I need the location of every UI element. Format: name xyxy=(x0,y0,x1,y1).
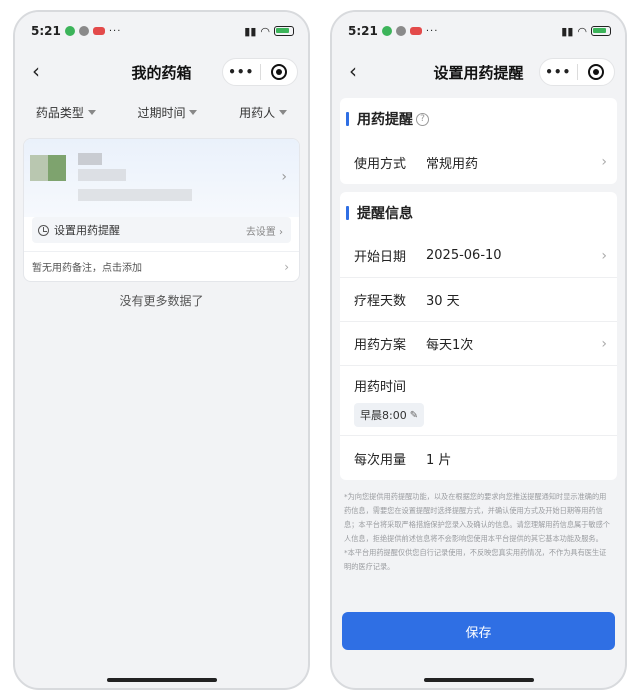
chevron-right-icon: › xyxy=(601,247,607,264)
save-button[interactable]: 保存 xyxy=(342,612,615,650)
signal-icon: ▮▮ xyxy=(561,24,574,38)
status-bar: 5:21 ··· ▮▮ ◠ xyxy=(15,12,308,50)
filter-medicine-type[interactable]: 药品类型 xyxy=(36,104,96,121)
blurred-medicine-name xyxy=(78,153,102,165)
section-title-text: 用药提醒 xyxy=(357,112,413,128)
nav-bar: ‹ 设置用药提醒 ••• xyxy=(332,50,625,94)
no-more-data-text: 没有更多数据了 xyxy=(119,294,204,308)
status-right: ▮▮ ◠ xyxy=(244,25,294,38)
badge-notification-icon xyxy=(409,27,422,35)
time-chip[interactable]: 早晨8:00 ✎ xyxy=(354,403,425,427)
status-right: ▮▮ ◠ xyxy=(561,25,611,38)
section-title: 用药提醒 ? xyxy=(340,98,617,140)
caret-down-icon xyxy=(189,109,198,115)
row-value: 2025-06-10 xyxy=(426,248,502,263)
start-date-row[interactable]: 开始日期 2025-06-10 › xyxy=(340,234,617,278)
reminder-label: 设置用药提醒 xyxy=(54,224,120,237)
section-title-text: 提醒信息 xyxy=(357,206,413,222)
set-reminder-screen: 5:21 ··· ▮▮ ◠ ‹ 设置用药提醒 ••• 用药提醒 ? 使用方式 常… xyxy=(330,10,627,690)
filter-expiry-time[interactable]: 过期时间 xyxy=(137,104,198,121)
row-value: 常规用药 xyxy=(426,156,479,172)
home-indicator[interactable] xyxy=(423,678,534,682)
app-notification-icon xyxy=(381,26,392,36)
target-icon xyxy=(587,64,604,80)
set-reminder-row[interactable]: 设置用药提醒 去设置 › xyxy=(32,217,291,243)
back-icon[interactable]: ‹ xyxy=(25,59,47,83)
reminder-info-section: 提醒信息 开始日期 2025-06-10 › 疗程天数 30 天 用药方案 每天… xyxy=(340,192,617,480)
status-more: ··· xyxy=(425,25,439,37)
row-label: 疗程天数 xyxy=(354,294,407,309)
row-value: 1 片 xyxy=(426,452,452,468)
filter-label: 用药人 xyxy=(239,105,276,120)
row-label: 开始日期 xyxy=(354,250,407,265)
more-button[interactable]: ••• xyxy=(540,65,577,79)
reminder-section: 用药提醒 ? 使用方式 常规用药 › xyxy=(340,98,617,184)
row-label: 用药时间 xyxy=(354,380,407,395)
status-time: 5:21 xyxy=(31,24,61,38)
home-indicator[interactable] xyxy=(106,678,217,682)
badge-notification-icon xyxy=(92,27,105,35)
section-title: 提醒信息 xyxy=(340,192,617,234)
status-bar: 5:21 ··· ▮▮ ◠ xyxy=(332,12,625,50)
status-time: 5:21 xyxy=(348,24,378,38)
wifi-icon: ◠ xyxy=(577,24,587,38)
clock-icon xyxy=(38,224,49,236)
medicine-note-row[interactable]: 暂无用药备注，点击添加 › xyxy=(24,251,299,281)
caret-down-icon xyxy=(279,109,288,115)
chevron-right-icon: › xyxy=(601,154,607,170)
signal-icon: ▮▮ xyxy=(244,24,257,38)
dose-row[interactable]: 每次用量 1 片 xyxy=(340,436,617,480)
more-button[interactable]: ••• xyxy=(223,65,260,79)
chevron-right-icon: › xyxy=(284,259,289,274)
course-days-row[interactable]: 疗程天数 30 天 xyxy=(340,278,617,322)
blurred-medicine-detail xyxy=(78,169,126,181)
row-value: 30 天 xyxy=(426,294,460,309)
medicine-info[interactable]: › xyxy=(24,139,299,217)
target-icon xyxy=(270,64,287,80)
filter-user[interactable]: 用药人 xyxy=(239,104,288,121)
back-icon[interactable]: ‹ xyxy=(342,59,364,83)
app-notification-icon xyxy=(64,26,75,36)
row-value: 每天1次 xyxy=(426,338,474,353)
accent-bar xyxy=(346,206,349,220)
row-label: 使用方式 xyxy=(354,156,407,172)
blurred-medicine-image xyxy=(30,155,66,181)
nav-bar: ‹ 我的药箱 ••• xyxy=(15,50,308,94)
row-label: 用药方案 xyxy=(354,338,407,353)
status-left: 5:21 ··· xyxy=(348,24,438,38)
disclaimer-paragraph-2: *本平台用药提醒仅供您自行记录使用，不反映您真实用药情况，不作为具有医生证明的医… xyxy=(344,548,607,571)
privacy-disclaimer: *为向您提供用药提醒功能，以及在根据您的要求向您推送提醒通知时显示准确的用药信息… xyxy=(332,480,625,574)
mini-program-capsule: ••• xyxy=(222,58,298,86)
my-medicine-box-screen: 5:21 ··· ▮▮ ◠ ‹ 我的药箱 ••• 药品类型 过期时间 用药人 ›… xyxy=(13,10,310,690)
chevron-right-icon: › xyxy=(601,335,607,352)
time-chip-text: 早晨8:00 xyxy=(360,409,407,422)
usage-method-row[interactable]: 使用方式 常规用药 › xyxy=(340,140,617,184)
caret-down-icon xyxy=(87,109,96,115)
battery-icon xyxy=(274,26,294,36)
wifi-icon: ◠ xyxy=(260,24,270,38)
battery-icon xyxy=(591,26,611,36)
blurred-medicine-detail-2 xyxy=(78,189,192,201)
medication-time-block: 用药时间 早晨8:00 ✎ xyxy=(340,366,617,436)
help-icon[interactable]: ? xyxy=(416,112,429,126)
status-left: 5:21 ··· xyxy=(31,24,121,38)
go-set-link[interactable]: 去设置 › xyxy=(246,223,283,238)
status-more: ··· xyxy=(108,25,122,37)
mini-program-capsule: ••• xyxy=(539,58,615,86)
filter-label: 药品类型 xyxy=(35,105,84,120)
close-mini-program-button[interactable] xyxy=(578,64,615,80)
pencil-icon: ✎ xyxy=(409,409,419,421)
filter-bar: 药品类型 过期时间 用药人 xyxy=(15,94,308,130)
filter-label: 过期时间 xyxy=(137,105,186,120)
medicine-card: › 设置用药提醒 去设置 › 暂无用药备注，点击添加 › xyxy=(23,138,300,282)
app-notification-icon-2 xyxy=(395,26,406,36)
disclaimer-paragraph-1: *为向您提供用药提醒功能，以及在根据您的要求向您推送提醒通知时显示准确的用药信息… xyxy=(344,492,610,543)
note-text: 暂无用药备注，点击添加 xyxy=(32,263,142,274)
close-mini-program-button[interactable] xyxy=(261,64,298,80)
chevron-right-icon: › xyxy=(281,169,287,185)
row-label: 每次用量 xyxy=(354,452,407,468)
accent-bar xyxy=(346,112,349,126)
app-notification-icon-2 xyxy=(78,26,89,36)
medication-plan-row[interactable]: 用药方案 每天1次 › xyxy=(340,322,617,366)
